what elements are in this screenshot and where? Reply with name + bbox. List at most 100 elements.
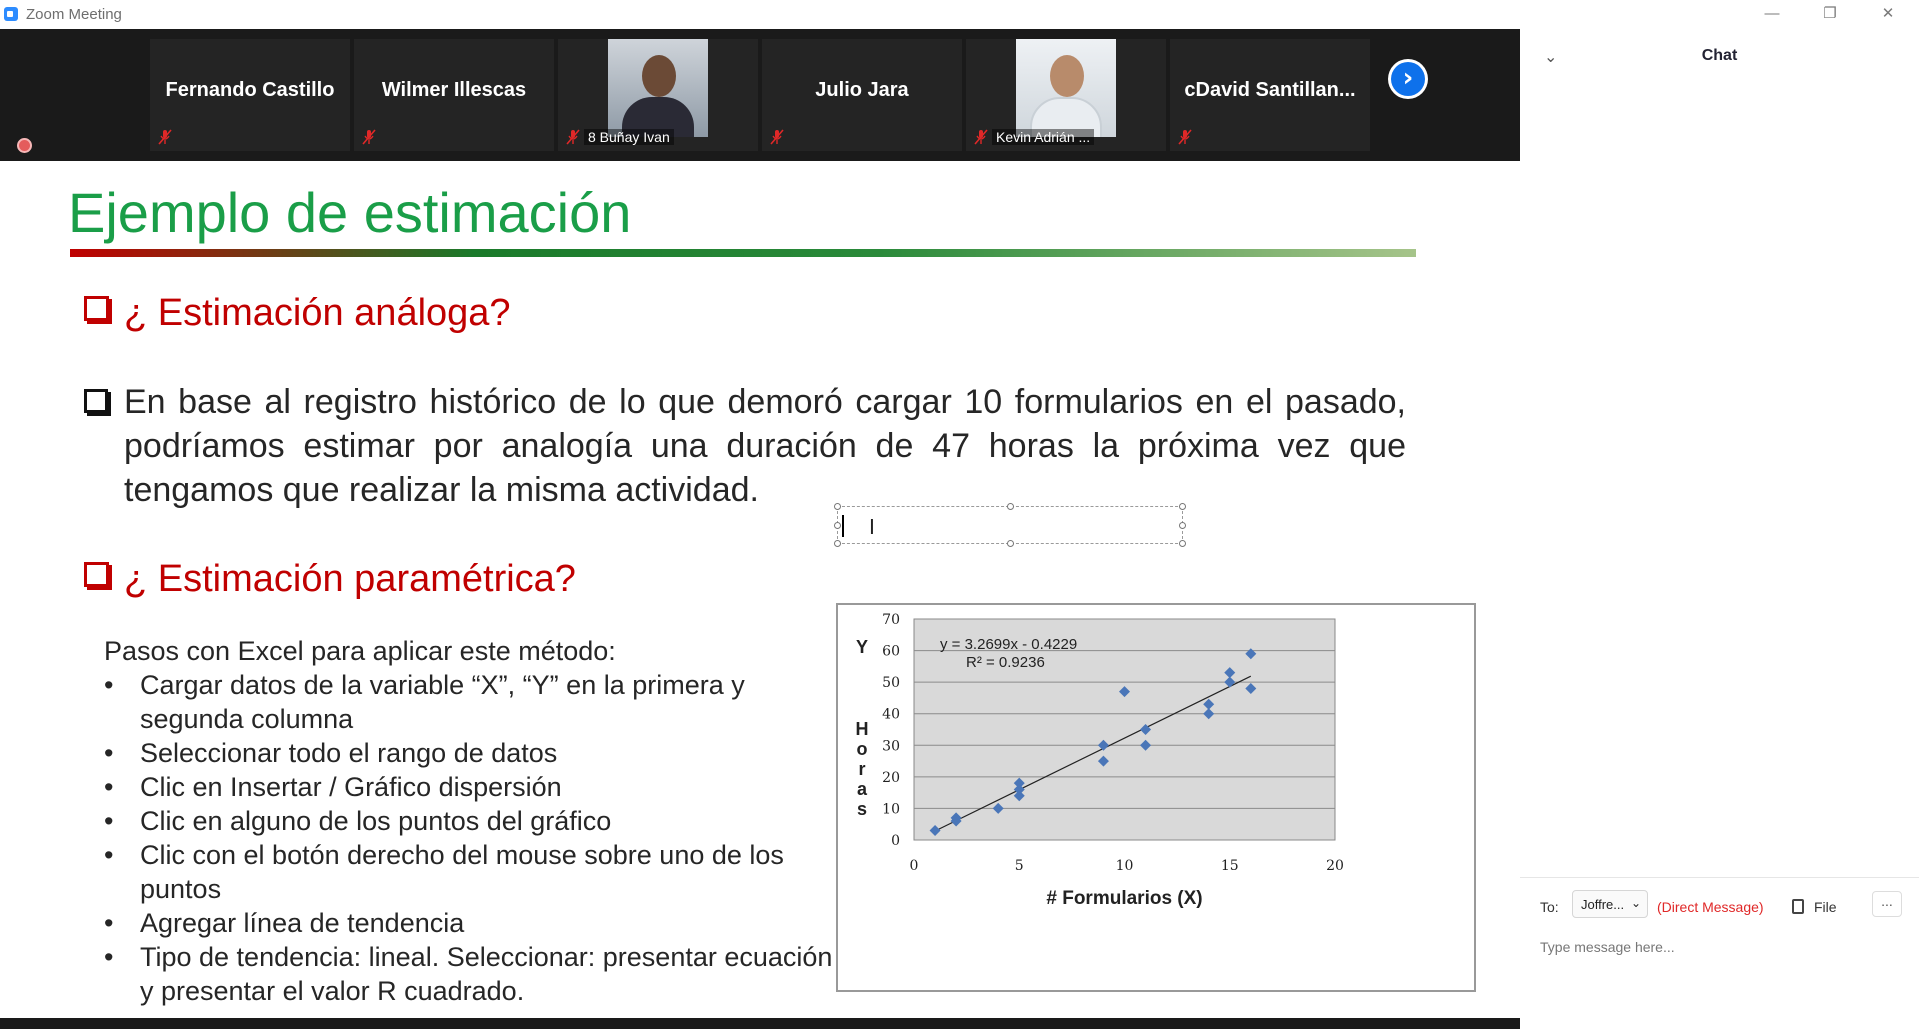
restore-button[interactable]: ❐ bbox=[1801, 0, 1859, 29]
checkbox-bullet-icon bbox=[84, 389, 108, 413]
y-axis-label-letter: a bbox=[857, 779, 868, 799]
window-title: Zoom Meeting bbox=[26, 6, 122, 23]
list-item: Tipo de tendencia: lineal. Seleccionar: … bbox=[104, 940, 834, 1008]
ibeam-cursor-icon: I bbox=[869, 515, 875, 539]
participant-tile[interactable]: Fernando Castillo bbox=[150, 39, 350, 151]
resize-handle[interactable] bbox=[1179, 503, 1186, 510]
list-item: Clic en Insertar / Gráfico dispersión bbox=[104, 770, 834, 804]
y-tick-label: 20 bbox=[882, 770, 900, 786]
participant-tile[interactable]: Julio Jara bbox=[762, 39, 962, 151]
slide-title: Ejemplo de estimación bbox=[68, 181, 632, 244]
y-tick-label: 60 bbox=[882, 644, 900, 660]
y-axis-label: Horas bbox=[856, 719, 869, 819]
resize-handle[interactable] bbox=[834, 503, 841, 510]
y-axis-label-letter: o bbox=[857, 739, 868, 759]
resize-handle[interactable] bbox=[1007, 503, 1014, 510]
r-squared-label: R² = 0.9236 bbox=[966, 654, 1045, 671]
y-axis-label-letter: s bbox=[857, 799, 867, 819]
chat-panel: ⌄ Chat To: Joffre... ⌄ (Direct Message) … bbox=[1520, 29, 1919, 1029]
direct-message-label: (Direct Message) bbox=[1657, 899, 1764, 915]
next-page-button[interactable]: › bbox=[1388, 59, 1428, 99]
steps-intro: Pasos con Excel para aplicar este método… bbox=[104, 636, 616, 666]
recording-indicator-icon bbox=[17, 138, 32, 153]
y-tick-labels: 0 10 20 30 40 50 60 70 bbox=[882, 612, 900, 849]
bullet-text: ¿ Estimación análoga? bbox=[124, 292, 511, 334]
bullet-text: ¿ Estimación paramétrica? bbox=[124, 558, 576, 600]
y-tick-label: 0 bbox=[891, 833, 900, 849]
y-axis-label-letter: r bbox=[858, 759, 865, 779]
minimize-button[interactable]: — bbox=[1743, 0, 1801, 29]
participant-name: Julio Jara bbox=[815, 79, 909, 101]
muted-mic-icon bbox=[362, 129, 376, 145]
recipient-select[interactable]: Joffre... ⌄ bbox=[1572, 890, 1648, 918]
participant-tile[interactable]: cDavid Santillan... bbox=[1170, 39, 1370, 151]
participant-label: Kevin Adrián ... bbox=[992, 129, 1095, 145]
recipient-value: Joffre... bbox=[1581, 897, 1625, 912]
list-item: Cargar datos de la variable “X”, “Y” en … bbox=[104, 668, 834, 736]
x-tick-labels: 0 5 10 15 20 bbox=[910, 858, 1344, 874]
muted-mic-icon bbox=[974, 129, 988, 145]
participant-tile[interactable]: 8 Buñay Ivan bbox=[558, 39, 758, 151]
checkbox-bullet-icon bbox=[84, 296, 109, 321]
chat-title: Chat bbox=[1701, 47, 1738, 64]
title-bar: Zoom Meeting — ❐ ✕ bbox=[0, 0, 1919, 29]
resize-handle[interactable] bbox=[834, 522, 841, 529]
paragraph-text: En base al registro histórico de lo que … bbox=[124, 383, 1406, 509]
muted-mic-icon bbox=[770, 129, 784, 145]
participant-video bbox=[608, 39, 708, 137]
paragraph-block: En base al registro histórico de lo que … bbox=[84, 380, 1406, 509]
muted-mic-icon bbox=[1178, 129, 1192, 145]
file-icon bbox=[1792, 899, 1804, 914]
participant-name: cDavid Santillan... bbox=[1184, 79, 1356, 101]
x-tick-label: 0 bbox=[910, 858, 919, 874]
more-options-button[interactable]: ... bbox=[1872, 891, 1902, 917]
x-tick-label: 5 bbox=[1015, 858, 1024, 874]
chart-svg: 0 10 20 30 40 50 60 70 0 5 10 15 20 y = 3.2699x - 0… bbox=[856, 612, 1344, 909]
participant-tile[interactable]: Wilmer Illescas bbox=[354, 39, 554, 151]
y-tick-label: 70 bbox=[882, 612, 900, 628]
participant-label: 8 Buñay Ivan bbox=[584, 129, 674, 145]
checkbox-bullet-icon bbox=[84, 562, 109, 587]
participant-video bbox=[1016, 39, 1116, 137]
list-item: Clic en alguno de los puntos del gráfico bbox=[104, 804, 834, 838]
x-axis-label: # Formularios (X) bbox=[1046, 888, 1202, 909]
file-label: File bbox=[1814, 899, 1837, 915]
empty-text-box[interactable]: I bbox=[834, 503, 1186, 547]
participant-tile[interactable]: Kevin Adrián ... bbox=[966, 39, 1166, 151]
text-caret bbox=[842, 515, 844, 537]
y-tick-label: 40 bbox=[882, 707, 900, 723]
y-tick-label: 10 bbox=[882, 801, 900, 817]
resize-handle[interactable] bbox=[1007, 540, 1014, 547]
x-tick-label: 20 bbox=[1326, 858, 1344, 874]
y-tick-label: 30 bbox=[882, 738, 900, 754]
participant-gallery: Fernando Castillo Wilmer Illescas 8 Buña… bbox=[0, 29, 1520, 161]
meeting-bottom-bar bbox=[0, 1018, 1520, 1029]
participant-name: Fernando Castillo bbox=[165, 79, 335, 101]
zoom-app-icon bbox=[4, 7, 18, 21]
x-tick-label: 10 bbox=[1116, 858, 1134, 874]
steps-list: Pasos con Excel para aplicar este método… bbox=[104, 634, 834, 1008]
chevron-down-icon: ⌄ bbox=[1630, 896, 1641, 910]
message-input[interactable] bbox=[1540, 932, 1900, 962]
title-underline bbox=[70, 249, 1416, 257]
to-label: To: bbox=[1540, 899, 1559, 915]
y-axis-label-letter: H bbox=[856, 719, 869, 739]
y-tick-label: 50 bbox=[882, 675, 900, 691]
list-item: Agregar línea de tendencia bbox=[104, 906, 834, 940]
y-axis-label-top: Y bbox=[856, 637, 868, 657]
chevron-right-icon: › bbox=[1402, 63, 1414, 93]
close-button[interactable]: ✕ bbox=[1859, 0, 1917, 29]
participant-name: Wilmer Illescas bbox=[381, 79, 527, 101]
x-tick-label: 15 bbox=[1221, 858, 1239, 874]
resize-handle[interactable] bbox=[1179, 522, 1186, 529]
bullet-parametrica: ¿ Estimación paramétrica? bbox=[84, 558, 576, 601]
bullet-analoga: ¿ Estimación análoga? bbox=[84, 292, 511, 335]
equation-label: y = 3.2699x - 0.4229 bbox=[940, 636, 1077, 653]
resize-handle[interactable] bbox=[834, 540, 841, 547]
file-button[interactable]: File bbox=[1792, 897, 1837, 915]
muted-mic-icon bbox=[566, 129, 580, 145]
resize-handle[interactable] bbox=[1179, 540, 1186, 547]
muted-mic-icon bbox=[158, 129, 172, 145]
list-item: Clic con el botón derecho del mouse sobr… bbox=[104, 838, 834, 906]
divider bbox=[1520, 877, 1919, 878]
